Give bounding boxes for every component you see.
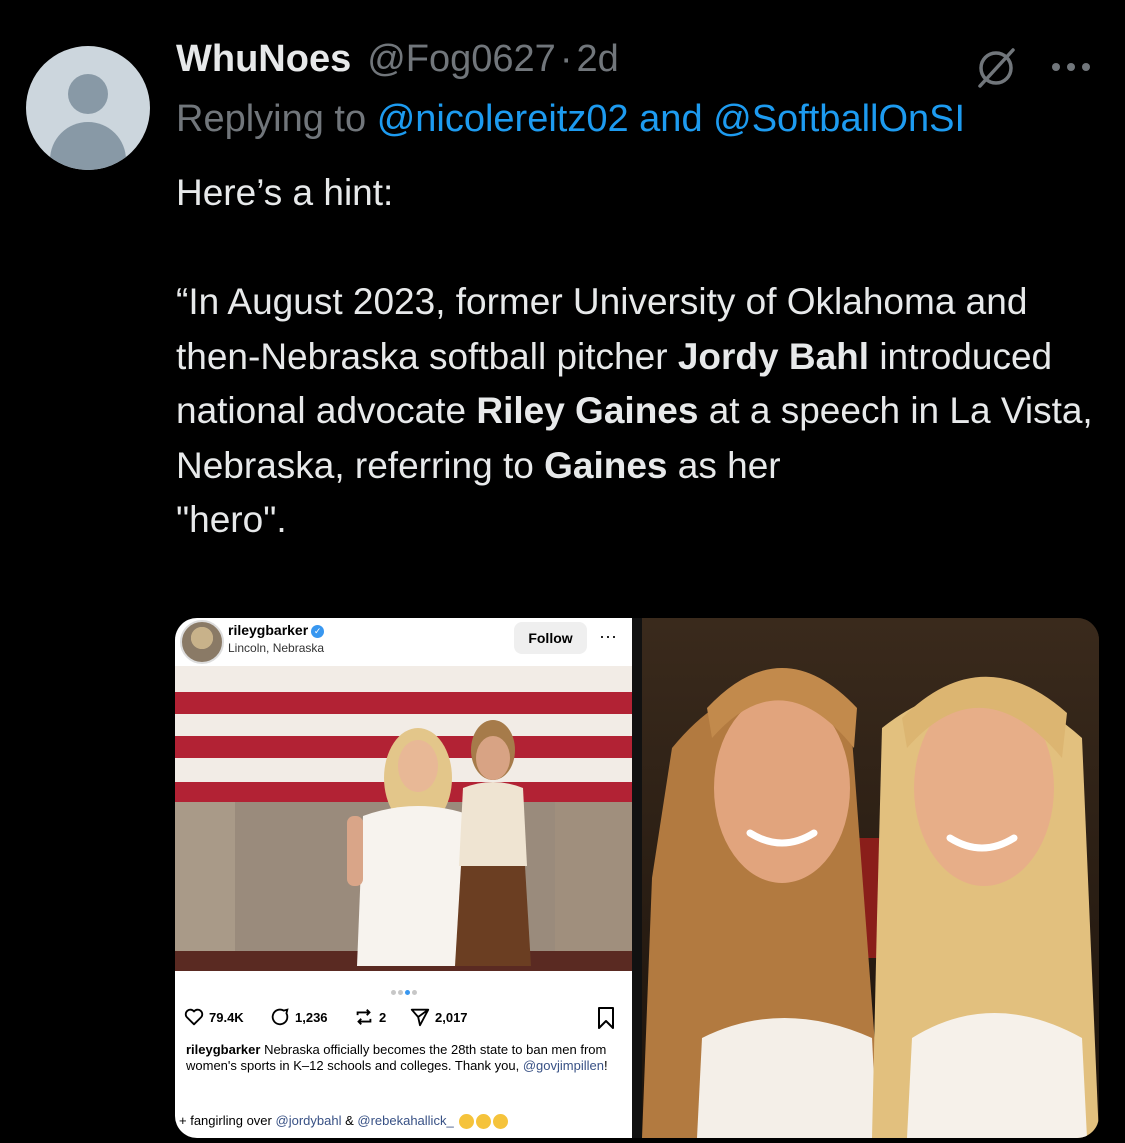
mention-link[interactable]: @SoftballOnSI [713,98,965,140]
shares-count: 2,017 [435,1009,468,1025]
tweet-media[interactable]: rileygbarker ✓ Lincoln, Nebraska Follow ·… [175,618,1099,1138]
comment-icon [271,1008,289,1026]
share-icon [410,1008,430,1027]
quote-paragraph: “In August 2023, former University of Ok… [176,281,1093,540]
ig-photo [175,666,632,971]
bookmark-icon [598,1007,614,1029]
replying-to: Replying to @nicolereitz02 and @Softball… [176,98,966,140]
user-avatar[interactable] [26,46,150,170]
instagram-screenshot[interactable]: rileygbarker ✓ Lincoln, Nebraska Follow ·… [175,618,632,1138]
ig-more-icon: ··· [599,626,617,646]
comments-count: 1,236 [295,1009,328,1025]
star-struck-emoji-icon [459,1114,475,1130]
star-struck-emoji-icon [476,1114,492,1130]
reposts-count: 2 [379,1009,387,1025]
carousel-indicator [175,982,632,1000]
repost-icon [356,1009,372,1025]
ig-action-bar: 79.4K 1,236 2 2,017 [183,1006,623,1030]
more-options-icon[interactable] [1048,52,1094,82]
timestamp[interactable]: 2d [576,38,618,81]
display-name[interactable]: WhuNoes [176,38,351,81]
tweet-text: Here’s a hint: “In August 2023, former U… [176,166,1106,548]
ig-location: Lincoln, Nebraska [228,641,325,655]
verified-badge-icon: ✓ [311,624,325,638]
heart-icon [184,1008,204,1026]
ig-username: rileygbarker [228,622,309,638]
ig-caption-extra: + fangirling over @jordybahl & @rebekaha… [179,1113,629,1130]
photo-two-women[interactable] [642,618,1099,1138]
default-avatar-icon [68,74,108,114]
star-struck-emoji-icon [493,1114,509,1130]
grok-icon[interactable] [972,44,1020,92]
likes-count: 79.4K [209,1009,244,1025]
separator: · [559,38,573,80]
mention-link[interactable]: @nicolereitz02 [377,98,629,140]
ig-caption: rileygbarker Nebraska officially becomes… [186,1042,608,1073]
ig-follow-button: Follow [514,622,587,654]
ig-avatar [180,620,224,664]
tweet-header: WhuNoes @Fog0627 · 2d [176,38,619,88]
ig-post-header: rileygbarker ✓ Lincoln, Nebraska Follow ·… [175,618,632,666]
user-handle[interactable]: @Fog0627 [367,38,556,81]
